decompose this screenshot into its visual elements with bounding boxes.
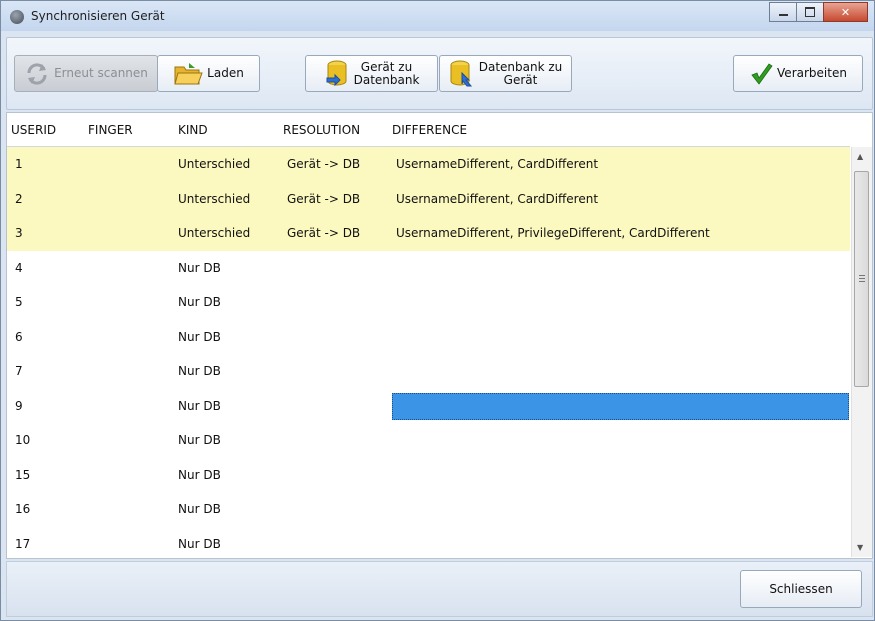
column-header-kind[interactable]: KIND xyxy=(178,123,208,137)
process-label: Verarbeiten xyxy=(777,66,847,80)
minimize-button[interactable] xyxy=(769,2,797,22)
cell-userid: 6 xyxy=(15,329,23,344)
rescan-button[interactable]: Erneut scannen xyxy=(14,55,158,92)
cell-difference: UsernameDifferent, PrivilegeDifferent, C… xyxy=(396,226,710,240)
cell-difference: UsernameDifferent, CardDifferent xyxy=(396,191,599,206)
cell-userid: 15 xyxy=(15,467,31,482)
database-import-icon xyxy=(326,60,347,86)
column-header-difference[interactable]: DIFFERENCE xyxy=(392,123,467,137)
cell-kind: Unterschied xyxy=(178,157,251,171)
cell-kind: Nur DB xyxy=(178,329,221,344)
load-button[interactable]: Laden xyxy=(157,55,260,92)
database-export-icon xyxy=(450,60,472,86)
table-row[interactable]: 1 Unterschied Gerät -> DB UsernameDiffer… xyxy=(7,147,850,182)
database-to-device-label: Datenbank zu Gerät xyxy=(478,59,563,87)
close-icon: ✕ xyxy=(840,5,851,19)
table-row[interactable]: 15 Nur DB xyxy=(7,458,850,493)
vertical-scrollbar[interactable]: ▲ ▼ xyxy=(851,147,872,557)
title-bar[interactable]: Synchronisieren Gerät ✕ xyxy=(1,1,874,31)
column-header-finger[interactable]: FINGER xyxy=(88,123,133,137)
refresh-icon xyxy=(27,62,47,85)
cell-userid: 1 xyxy=(15,157,23,171)
cell-kind: Nur DB xyxy=(178,364,221,378)
table-row-selected[interactable]: 9 Nur DB xyxy=(7,389,850,424)
table-row[interactable]: 3 Unterschied Gerät -> DB UsernameDiffer… xyxy=(7,216,850,251)
grid-header: USERID FINGER KIND RESOLUTION DIFFERENCE xyxy=(7,113,850,147)
cell-userid: 7 xyxy=(15,364,23,378)
grip-icon xyxy=(859,275,865,276)
footer-bar: Schliessen xyxy=(6,561,873,617)
grid-rows: 1 Unterschied Gerät -> DB UsernameDiffer… xyxy=(7,147,850,559)
cell-kind: Nur DB xyxy=(178,398,221,413)
table-row[interactable]: 16 Nur DB xyxy=(7,492,850,527)
folder-open-icon xyxy=(174,62,203,84)
cell-kind: Unterschied xyxy=(178,226,251,240)
load-label: Laden xyxy=(207,66,244,80)
cell-resolution[interactable]: Gerät -> DB xyxy=(287,157,360,171)
table-row[interactable]: 10 Nur DB xyxy=(7,423,850,458)
cell-kind: Nur DB xyxy=(178,502,221,516)
cell-userid: 17 xyxy=(15,536,31,551)
cell-resolution[interactable]: Gerät -> DB xyxy=(287,226,360,240)
device-to-database-button[interactable]: Gerät zu Datenbank xyxy=(305,55,438,92)
cell-kind: Nur DB xyxy=(178,536,221,551)
close-window-button[interactable]: ✕ xyxy=(823,2,868,22)
cell-kind: Unterschied xyxy=(178,191,251,206)
cell-kind: Nur DB xyxy=(178,467,221,482)
table-row[interactable]: 5 Nur DB xyxy=(7,285,850,320)
scroll-down-icon[interactable]: ▼ xyxy=(857,543,863,552)
cell-kind: Nur DB xyxy=(178,260,221,275)
cell-difference: UsernameDifferent, CardDifferent xyxy=(396,157,599,171)
table-row[interactable]: 2 Unterschied Gerät -> DB UsernameDiffer… xyxy=(7,181,850,216)
toolbar: Erneut scannen Laden Gerät zu Datenbank xyxy=(6,37,873,110)
process-button[interactable]: Verarbeiten xyxy=(733,55,863,92)
cell-userid: 16 xyxy=(15,502,31,516)
minimize-icon xyxy=(778,14,788,16)
cell-kind: Nur DB xyxy=(178,433,221,447)
cell-userid: 9 xyxy=(15,398,23,413)
cell-userid: 4 xyxy=(15,260,23,275)
cell-userid: 3 xyxy=(15,226,23,240)
checkmark-icon xyxy=(751,62,773,85)
rescan-label: Erneut scannen xyxy=(54,66,148,80)
sync-data-grid: USERID FINGER KIND RESOLUTION DIFFERENCE… xyxy=(6,112,873,559)
close-button[interactable]: Schliessen xyxy=(740,570,862,608)
scrollbar-thumb[interactable] xyxy=(854,171,869,387)
cell-userid: 5 xyxy=(15,295,23,309)
table-row[interactable]: 6 Nur DB xyxy=(7,320,850,355)
database-to-device-button[interactable]: Datenbank zu Gerät xyxy=(439,55,572,92)
table-row[interactable]: 7 Nur DB xyxy=(7,354,850,389)
app-icon xyxy=(10,10,24,24)
cell-userid: 2 xyxy=(15,191,23,206)
cell-kind: Nur DB xyxy=(178,295,221,309)
column-header-resolution[interactable]: RESOLUTION xyxy=(283,123,360,137)
window-title: Synchronisieren Gerät xyxy=(31,9,165,23)
scroll-up-icon[interactable]: ▲ xyxy=(857,152,863,161)
selected-difference-cell[interactable] xyxy=(392,392,849,420)
cell-userid: 10 xyxy=(15,433,31,447)
cell-resolution[interactable]: Gerät -> DB xyxy=(287,192,360,206)
device-to-database-label: Gerät zu Datenbank xyxy=(353,59,420,87)
maximize-button[interactable] xyxy=(796,2,824,22)
sync-device-window: Synchronisieren Gerät ✕ Erneut scannen L… xyxy=(0,0,875,621)
table-row[interactable]: 17 Nur DB xyxy=(7,527,850,559)
close-label: Schliessen xyxy=(769,582,833,596)
maximize-icon xyxy=(805,7,815,17)
column-header-userid[interactable]: USERID xyxy=(11,123,56,137)
table-row[interactable]: 4 Nur DB xyxy=(7,251,850,286)
